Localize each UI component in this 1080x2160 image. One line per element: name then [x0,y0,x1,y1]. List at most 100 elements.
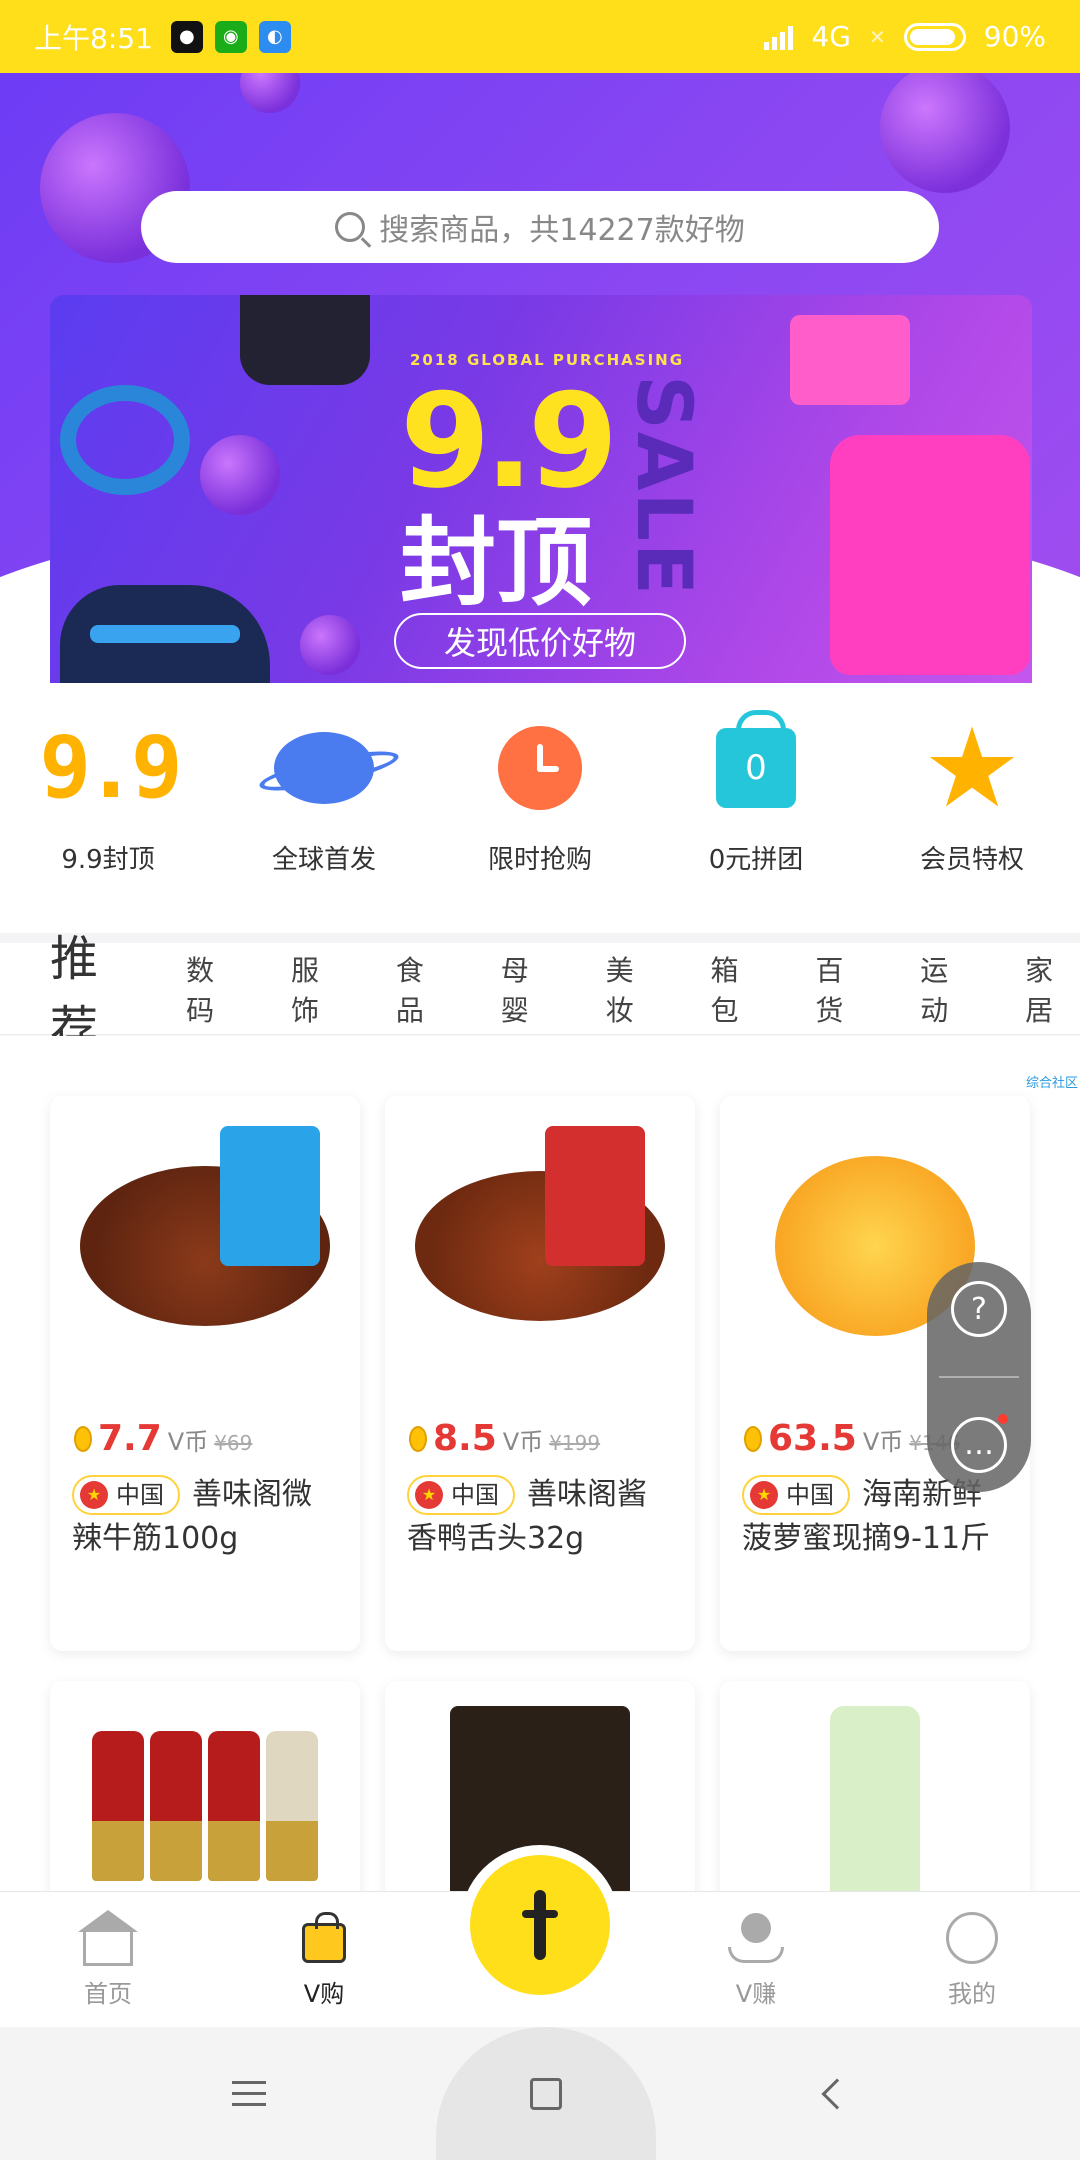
quick-nav-label: 全球首发 [271,845,376,875]
nav-label: V赚 [735,1980,777,2008]
home-icon [78,1910,138,1966]
quick-nav-label: 限时抢购 [487,845,592,875]
nav-label: 首页 [84,1980,132,2008]
product-title-block: ★ 中国 善味阁酱香鸭舌头32g [385,1473,695,1561]
qq-notification-icon: ● [170,20,203,53]
search-icon [335,212,366,242]
status-right: 4G ✕ 90% [764,20,1046,53]
wechat-notification-icon: ◉ [214,20,247,53]
original-price: ¥69 [214,1431,253,1455]
nav-profile[interactable]: 我的 [864,1910,1080,2009]
plus-fab-icon[interactable] [470,1854,610,1995]
hero-section: 搜索商品，共14227款好物 2018 GLOBAL PURCHASING 9.… [0,73,1080,683]
planet-icon [264,713,384,823]
product-image [385,1096,695,1396]
search-bar[interactable]: 搜索商品，共14227款好物 [141,191,939,263]
quick-nav-item[interactable]: ★ 会员特权 [892,713,1052,876]
banner-sale-text: SALE [620,375,709,597]
product-card[interactable] [720,1681,1030,1891]
product-image [50,1681,360,1891]
product-card[interactable]: 8.5 V币 ¥199 ★ 中国 善味阁酱香鸭舌头32g [385,1096,695,1651]
tab-general[interactable]: 百货 [815,949,870,1029]
origin-badge: ★ 中国 [407,1475,515,1515]
tab-sports[interactable]: 运动 [920,949,975,1029]
category-tabs: 推荐 数码 服饰 食品 母婴 美妆 箱包 百货 运动 家居 [0,931,1080,1077]
price-row: 7.7 V币 ¥69 [50,1418,360,1459]
tab-digital[interactable]: 数码 [186,949,241,1029]
chat-bubble-icon[interactable]: … [951,1413,1008,1473]
origin-badge: ★ 中国 [742,1475,850,1515]
product-card[interactable] [50,1681,360,1891]
menu-icon[interactable] [232,2081,266,2106]
zero-bag-icon: 0 [696,710,816,823]
shopping-bag-icon [296,1910,352,1966]
coin-icon [744,1425,762,1452]
china-flag-icon: ★ [415,1481,443,1509]
product-price: 63.5 [768,1418,857,1459]
product-card[interactable]: 7.7 V币 ¥69 ★ 中国 善味阁微辣牛筋100g [50,1096,360,1651]
price-unit: V币 [862,1428,904,1456]
quick-nav-label: 会员特权 [919,845,1024,875]
quick-nav: 9.9 9.9封顶 全球首发 限时抢购 0 0元拼团 ★ 会员特权 [0,683,1080,933]
decor-ball [200,435,280,515]
nav-vshop[interactable]: V购 [216,1910,432,2009]
coin-icon [409,1425,427,1452]
quick-nav-item[interactable]: 0 0元拼团 [676,710,836,876]
zero-badge: 0 [716,710,796,808]
square-home-icon [530,2077,562,2110]
profile-icon [944,1910,1000,1966]
tab-bags[interactable]: 箱包 [710,949,765,1029]
origin-label: 中国 [451,1481,499,1509]
divider [939,1375,1019,1378]
tab-home[interactable]: 家居 [1025,949,1080,1029]
back-icon[interactable] [821,2077,853,2110]
nav-earn[interactable]: V赚 [648,1910,864,2009]
banner-cta-button[interactable]: 发现低价好物 [394,613,686,669]
home-button[interactable] [436,2027,656,2160]
watch-image [240,295,370,385]
china-flag-icon: ★ [750,1481,778,1509]
quick-nav-item[interactable]: 全球首发 [244,713,404,876]
original-price: ¥199 [549,1431,601,1455]
unread-dot [998,1413,1008,1424]
quick-nav-item[interactable]: 9.9 9.9封顶 [28,713,188,876]
product-image [720,1681,1030,1891]
floating-help-panel: ? … [927,1262,1031,1492]
alarm-clock-icon [480,713,600,823]
search-placeholder: 搜索商品，共14227款好物 [379,213,745,248]
nav-center[interactable] [432,1854,648,1995]
jacket-image [830,435,1030,675]
nav-home[interactable]: 首页 [0,1910,216,2009]
quick-nav-item[interactable]: 限时抢购 [460,713,620,876]
handbag-image [790,315,910,405]
coin-icon [74,1425,92,1452]
nine-nine-icon: 9.9 [39,718,182,818]
system-nav-bar [0,2027,1080,2160]
signal-icon [764,24,794,50]
nav-label: V购 [303,1980,345,2008]
tab-baby[interactable]: 母婴 [501,949,556,1029]
nav-label: 我的 [948,1980,996,2008]
community-tag[interactable]: 综合社区 [1026,1072,1078,1091]
tab-food[interactable]: 食品 [396,949,451,1029]
decor-ball [880,73,1010,193]
product-price: 7.7 [98,1418,162,1459]
quick-nav-label: 0元拼团 [708,845,804,875]
decor-ball [240,73,300,113]
help-question-icon[interactable]: ? [951,1281,1007,1338]
tab-apparel[interactable]: 服饰 [291,949,346,1029]
product-price: 8.5 [433,1418,497,1459]
price-unit: V币 [167,1428,209,1456]
origin-badge: ★ 中国 [72,1475,180,1515]
tab-beauty[interactable]: 美妆 [606,949,661,1029]
status-bar: 上午8:51 ● ◉ ◐ 4G ✕ 90% [0,0,1080,73]
wifi-off-icon: ✕ [869,24,886,49]
price-row: 8.5 V币 ¥199 [385,1418,695,1459]
app-notification-icon: ◐ [258,20,291,53]
promo-banner[interactable]: 2018 GLOBAL PURCHASING 9.9 封顶 SALE 发现低价好… [50,295,1032,683]
quick-nav-label: 9.9封顶 [61,845,155,875]
star-icon: ★ [922,704,1022,832]
fitness-band-image [60,385,190,495]
origin-label: 中国 [116,1481,164,1509]
product-title-block: ★ 中国 善味阁微辣牛筋100g [50,1473,360,1561]
